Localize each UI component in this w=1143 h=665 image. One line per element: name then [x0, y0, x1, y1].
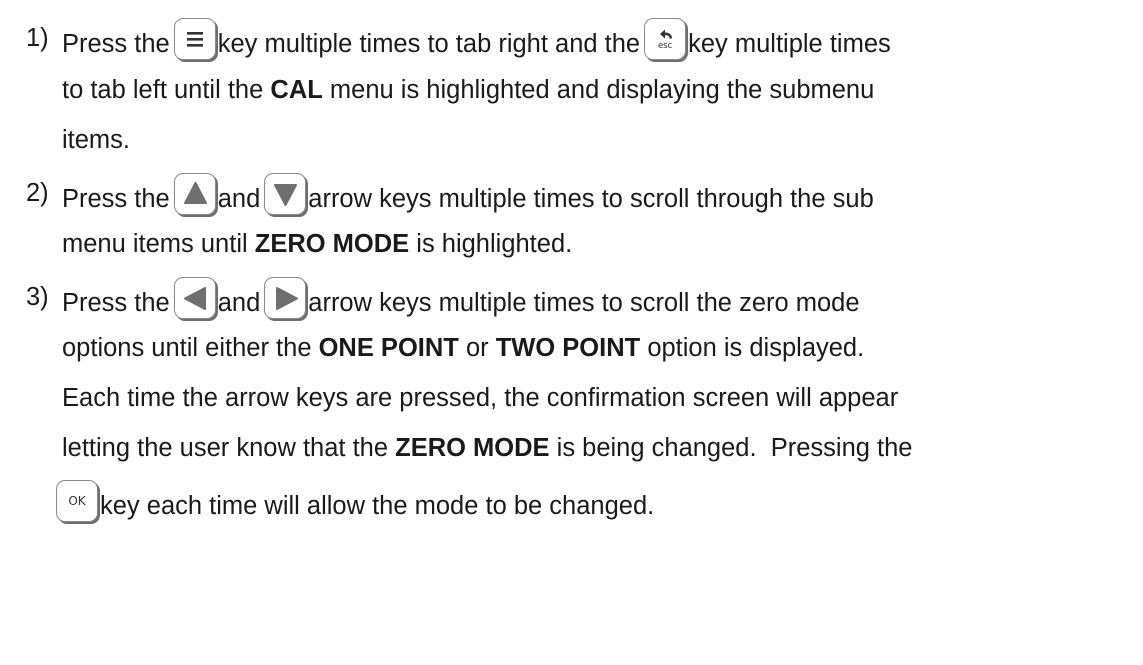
menu-item-zero-mode: ZERO MODE	[254, 230, 410, 258]
step-number: 2)	[26, 179, 49, 207]
instruction-document: 1) Press the key multiple times to tab ri…	[0, 0, 1143, 665]
step-text: Press the	[62, 30, 170, 58]
step-text: option is displayed.	[647, 334, 865, 362]
menu-item-zero-mode: ZERO MODE	[395, 434, 550, 462]
step-text: key multiple times	[688, 30, 891, 58]
menu-key-icon	[173, 18, 216, 60]
step-text: and	[217, 289, 261, 317]
option-one-point: ONE POINT	[318, 334, 459, 362]
esc-key-label: esc	[657, 41, 673, 51]
option-two-point: TWO POINT	[495, 334, 641, 362]
left-arrow-key-icon	[173, 277, 216, 319]
step-text: options until either the	[62, 334, 312, 362]
step-text: letting the user know that the	[62, 434, 389, 462]
step-text: menu is highlighted and displaying the s…	[329, 76, 875, 104]
step-text: is being changed. Pressing the	[556, 434, 913, 462]
ok-key-icon: OK	[56, 480, 98, 522]
step-number: 1)	[26, 24, 49, 52]
step-text: key multiple times to tab right and the	[217, 30, 641, 58]
step-text: Each time the arrow keys are pressed, th…	[62, 384, 899, 412]
down-arrow-key-icon	[264, 173, 307, 215]
step-text: or	[465, 334, 489, 362]
step-text: arrow keys multiple times to scroll the …	[308, 289, 860, 317]
ok-key-label: OK	[68, 494, 86, 508]
up-arrow-key-icon	[173, 173, 216, 215]
step-number: 3)	[26, 283, 49, 311]
step-text: menu items until	[62, 230, 248, 258]
step-text: items.	[62, 126, 131, 154]
step-text: to tab left until the	[62, 76, 264, 104]
step-text: Press the	[62, 185, 170, 213]
step-text: key each time will allow the mode to be …	[100, 492, 655, 520]
esc-key-icon: esc	[644, 18, 687, 60]
step-text: arrow keys multiple times to scroll thro…	[308, 185, 874, 213]
menu-name-cal: CAL	[270, 76, 323, 104]
step-text: and	[217, 185, 261, 213]
right-arrow-key-icon	[264, 277, 307, 319]
step-text: Press the	[62, 289, 170, 317]
step-text: is highlighted.	[416, 230, 573, 258]
